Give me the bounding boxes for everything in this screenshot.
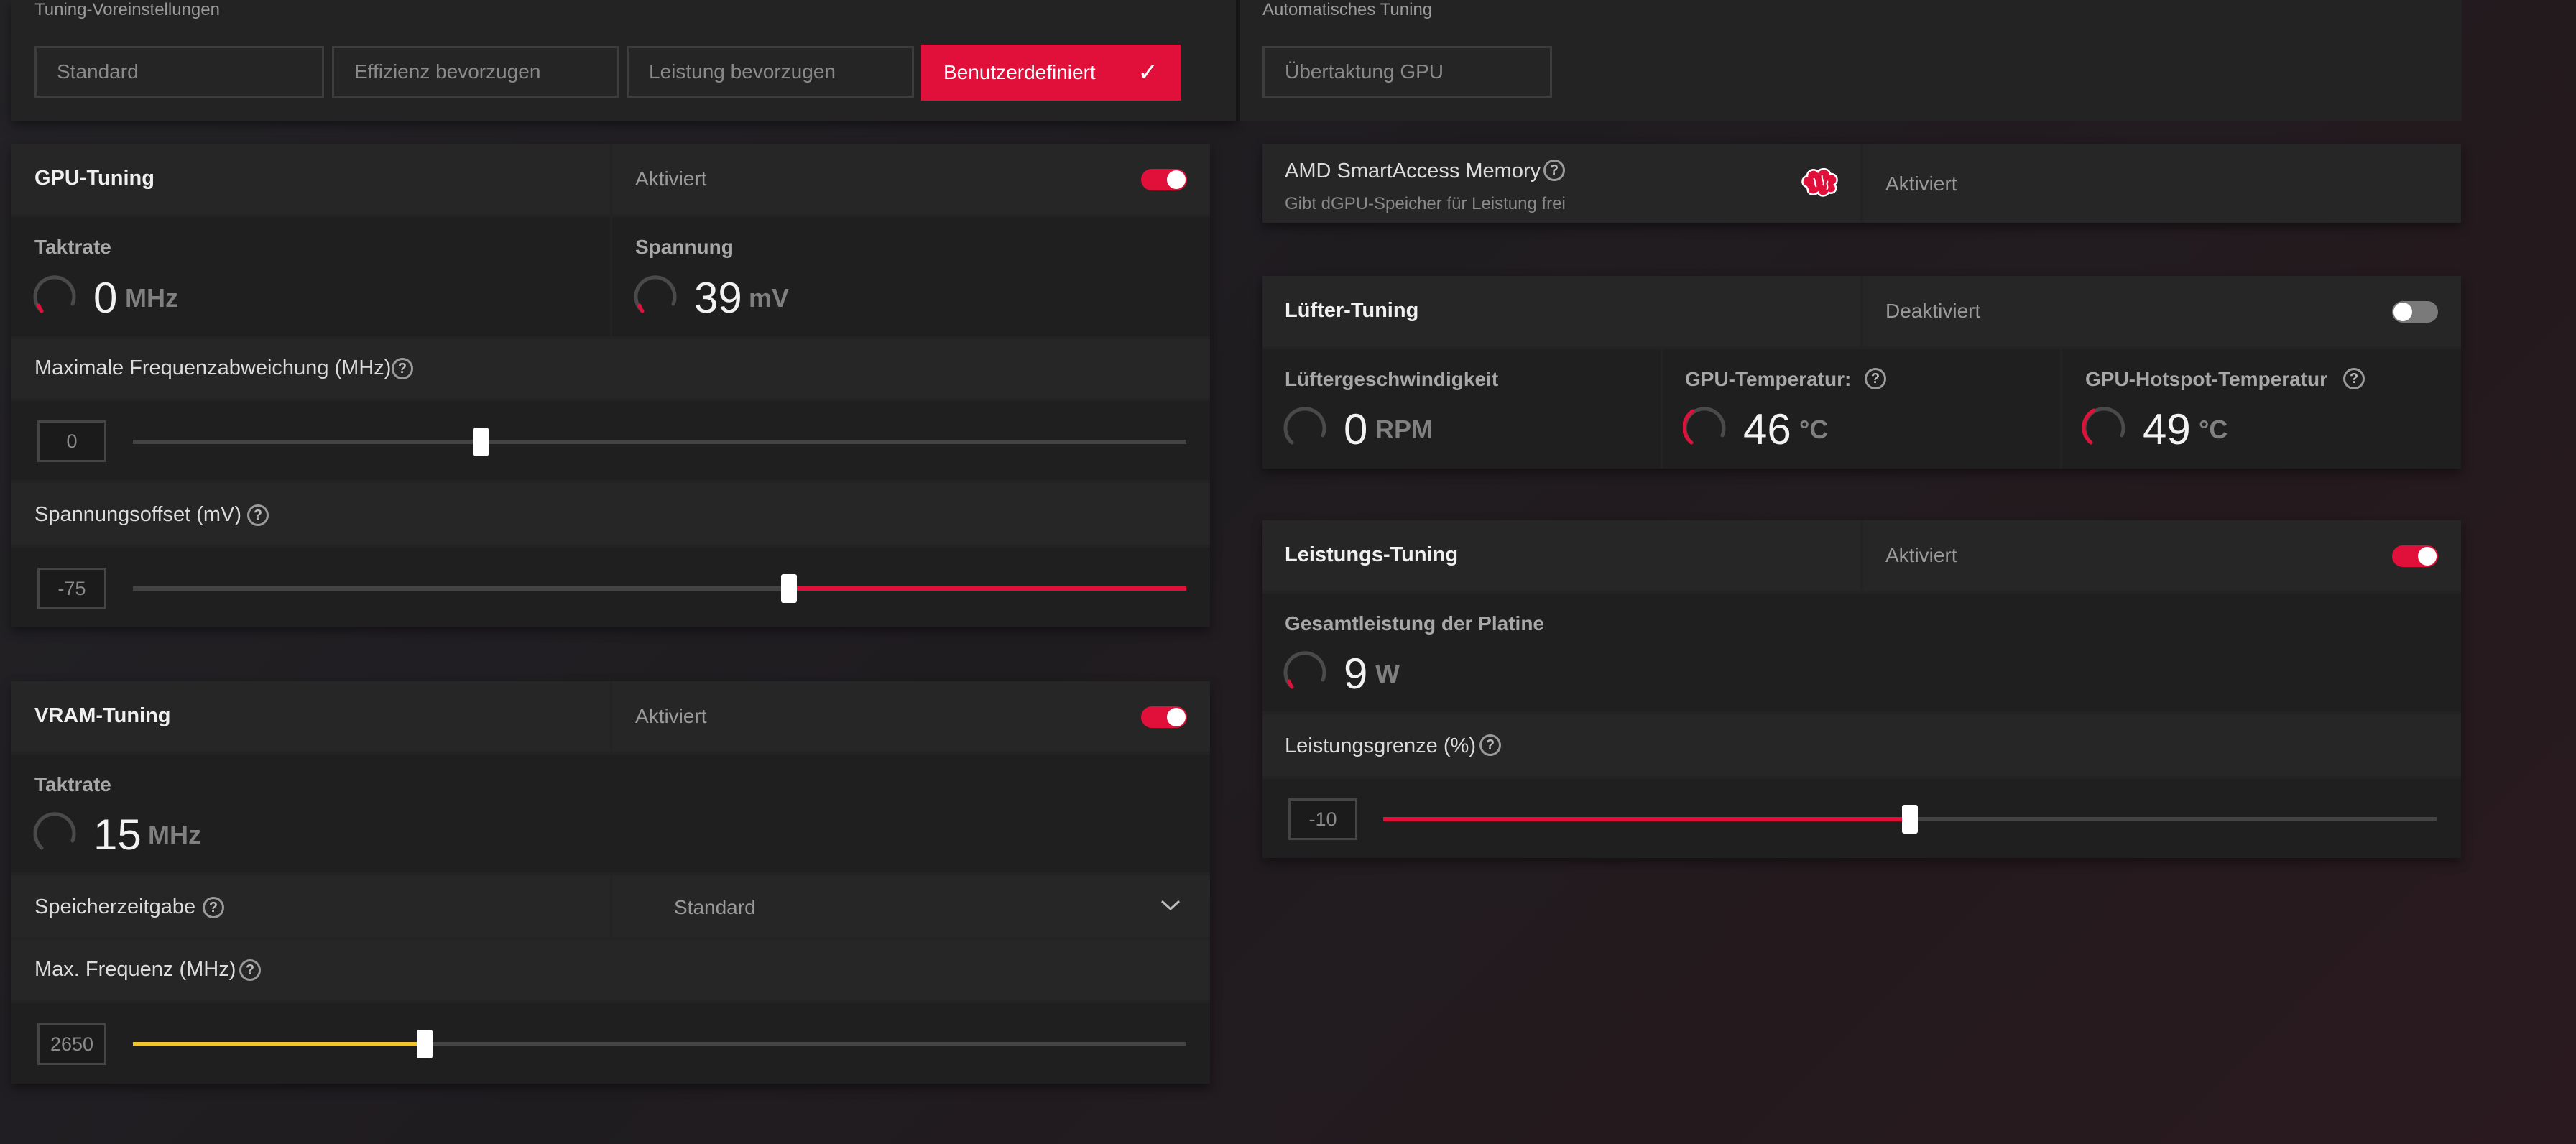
hotspot-temp-help-icon[interactable]: ? — [2343, 368, 2365, 389]
fan-speed-gauge — [1283, 407, 1326, 445]
presets-section-label: Tuning-Voreinstellungen — [34, 0, 220, 19]
gpu-clock-gauge — [33, 275, 76, 313]
fan-tuning-toggle[interactable] — [2392, 301, 2438, 323]
preset-custom-button[interactable]: Benutzerdefiniert ✓ — [921, 45, 1181, 101]
max-freq-slider-fill — [133, 1042, 425, 1046]
preset-efficiency-button[interactable]: Effizienz bevorzugen — [332, 46, 619, 98]
max-freq-label: Max. Frequenz (MHz) — [34, 958, 236, 981]
voltage-offset-label: Spannungsoffset (mV) — [34, 503, 242, 526]
vram-clock-gauge — [33, 812, 76, 850]
gpu-temp-value: 46 — [1743, 405, 1791, 453]
board-power-gauge — [1283, 651, 1326, 689]
gpu-tuning-toggle[interactable] — [1141, 169, 1187, 190]
power-tuning-toggle[interactable] — [2392, 545, 2438, 567]
vram-clock-unit: MHz — [148, 820, 201, 849]
gpu-voltage-unit: mV — [749, 283, 790, 313]
board-power-label: Gesamtleistung der Platine — [1285, 612, 1544, 635]
smart-access-state-label: Aktiviert — [1885, 172, 1957, 195]
memory-timing-help-icon[interactable]: ? — [203, 897, 224, 918]
max-freq-offset-help-icon[interactable]: ? — [392, 358, 413, 379]
smart-access-title: AMD SmartAccess Memory — [1285, 160, 1541, 183]
gpu-clock-label: Taktrate — [34, 236, 111, 258]
gpu-tuning-title: GPU-Tuning — [34, 167, 154, 190]
vram-tuning-title: VRAM-Tuning — [34, 704, 171, 727]
vram-clock-cell — [11, 755, 1210, 872]
toggle-knob — [2393, 303, 2412, 321]
board-power-value: 9 — [1344, 650, 1368, 698]
toggle-knob — [1167, 708, 1186, 726]
preset-label: Leistung bevorzugen — [649, 60, 836, 83]
preset-label: Effizienz bevorzugen — [354, 60, 541, 83]
fan-speed-unit: RPM — [1375, 415, 1433, 444]
smart-access-help-icon[interactable]: ? — [1543, 160, 1565, 181]
max-freq-offset-value-box[interactable]: 0 — [37, 420, 106, 462]
preset-label: Standard — [57, 60, 139, 83]
gpu-temp-help-icon[interactable]: ? — [1865, 368, 1886, 389]
preset-label: Benutzerdefiniert — [943, 61, 1096, 83]
max-freq-help-icon[interactable]: ? — [239, 959, 261, 981]
preset-label: Übertaktung GPU — [1285, 60, 1444, 83]
gpu-overclock-button[interactable]: Übertaktung GPU — [1262, 46, 1552, 98]
gpu-clock-value: 0 — [93, 274, 118, 322]
vram-clock-value: 15 — [93, 811, 142, 859]
power-limit-label: Leistungsgrenze (%) — [1285, 734, 1476, 757]
max-freq-slider-thumb[interactable] — [417, 1030, 433, 1058]
auto-tuning-section-label: Automatisches Tuning — [1262, 0, 1433, 19]
power-limit-value-box[interactable]: -10 — [1288, 798, 1357, 840]
gpu-clock-unit: MHz — [125, 283, 178, 313]
preset-standard-button[interactable]: Standard — [34, 46, 324, 98]
vram-tuning-toggle[interactable] — [1141, 706, 1187, 728]
power-limit-slider-fill — [1383, 817, 1910, 821]
max-freq-offset-slider-track[interactable] — [133, 440, 1186, 444]
max-freq-offset-slider-thumb[interactable] — [472, 428, 489, 456]
vram-tuning-state-label: Aktiviert — [635, 705, 707, 727]
fan-speed-label: Lüftergeschwindigkeit — [1285, 368, 1499, 390]
toggle-knob — [2418, 547, 2437, 566]
power-limit-help-icon[interactable]: ? — [1479, 734, 1501, 756]
preset-performance-button[interactable]: Leistung bevorzugen — [627, 46, 914, 98]
brain-icon — [1801, 167, 1838, 197]
toggle-knob — [1167, 170, 1186, 189]
gpu-temp-label: GPU-Temperatur: — [1685, 368, 1852, 390]
smart-access-description: Gibt dGPU-Speicher für Leistung frei — [1285, 194, 1566, 213]
fan-tuning-state-label: Deaktiviert — [1885, 300, 1981, 322]
hotspot-temp-gauge — [2082, 407, 2125, 445]
chevron-down-icon — [1160, 900, 1181, 911]
gpu-voltage-gauge — [634, 275, 677, 313]
power-limit-slider-thumb[interactable] — [1902, 805, 1918, 834]
gpu-temp-unit: °C — [1799, 415, 1829, 444]
board-power-unit: W — [1375, 659, 1400, 688]
vram-clock-label: Taktrate — [34, 773, 111, 795]
gpu-tuning-state-label: Aktiviert — [635, 167, 707, 190]
max-freq-value-box[interactable]: 2650 — [37, 1023, 106, 1065]
power-tuning-state-label: Aktiviert — [1885, 544, 1957, 566]
fan-tuning-title: Lüfter-Tuning — [1285, 299, 1419, 322]
max-freq-offset-label: Maximale Frequenzabweichung (MHz) — [34, 356, 392, 379]
hotspot-temp-value: 49 — [2143, 405, 2191, 453]
gpu-temp-gauge — [1683, 407, 1726, 445]
power-tuning-title: Leistungs-Tuning — [1285, 543, 1459, 566]
voltage-offset-value-box[interactable]: -75 — [37, 568, 106, 609]
checkmark-icon: ✓ — [1137, 59, 1159, 86]
voltage-offset-help-icon[interactable]: ? — [247, 504, 269, 526]
fan-speed-value: 0 — [1344, 405, 1368, 453]
board-power-cell — [1262, 594, 2461, 711]
hotspot-temp-unit: °C — [2199, 415, 2228, 444]
hotspot-temp-label: GPU-Hotspot-Temperatur — [2085, 368, 2328, 390]
gpu-voltage-label: Spannung — [635, 236, 734, 258]
memory-timing-label: Speicherzeitgabe — [34, 895, 196, 918]
memory-timing-selected: Standard — [674, 896, 756, 918]
voltage-offset-slider-thumb[interactable] — [781, 574, 798, 603]
voltage-offset-slider-fill — [789, 586, 1186, 591]
gpu-voltage-value: 39 — [694, 274, 742, 322]
